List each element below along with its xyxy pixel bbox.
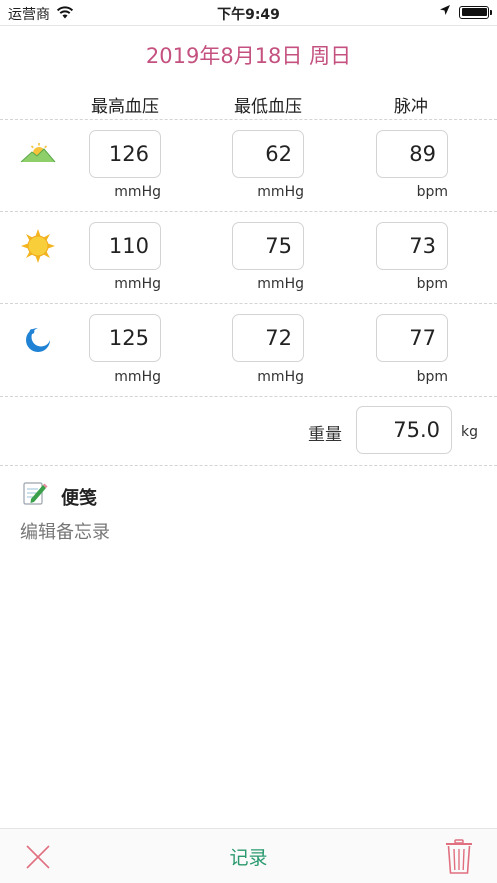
- status-time: 下午9:49: [217, 7, 280, 23]
- diastolic-input[interactable]: 75: [232, 222, 304, 270]
- trash-icon[interactable]: [445, 839, 473, 875]
- sunrise-mountain-icon: [20, 137, 56, 173]
- divider: [0, 465, 497, 466]
- record-button[interactable]: 记录: [0, 843, 497, 870]
- memo-pencil-icon: [22, 480, 48, 506]
- systolic-unit: mmHg: [114, 369, 161, 385]
- pulse-unit: bpm: [416, 369, 448, 385]
- pulse-input[interactable]: 89: [376, 130, 448, 178]
- divider: [0, 211, 497, 212]
- pulse-input[interactable]: 77: [376, 314, 448, 362]
- diastolic-unit: mmHg: [257, 369, 304, 385]
- pulse-unit: bpm: [416, 184, 448, 200]
- column-header-diastolic: 最低血压: [234, 97, 302, 117]
- systolic-unit: mmHg: [114, 276, 161, 292]
- status-right: [439, 4, 492, 20]
- systolic-input[interactable]: 126: [89, 130, 161, 178]
- diastolic-input[interactable]: 72: [232, 314, 304, 362]
- battery-icon: [459, 5, 492, 19]
- divider: [0, 396, 497, 397]
- notes-input[interactable]: 编辑备忘录: [20, 518, 110, 544]
- sun-icon: [20, 228, 56, 264]
- systolic-input[interactable]: 110: [89, 222, 161, 270]
- pulse-input[interactable]: 73: [376, 222, 448, 270]
- weight-label: 重量: [308, 425, 342, 445]
- location-arrow-icon: [439, 4, 451, 20]
- systolic-unit: mmHg: [114, 184, 161, 200]
- column-header-systolic: 最高血压: [91, 97, 159, 117]
- weight-input[interactable]: 75.0: [356, 406, 452, 454]
- divider: [0, 303, 497, 304]
- column-header-pulse: 脉冲: [394, 97, 428, 117]
- date-title[interactable]: 2019年8月18日 周日: [0, 40, 497, 70]
- notes-title: 便笺: [61, 488, 97, 509]
- weight-unit: kg: [461, 424, 478, 440]
- diastolic-unit: mmHg: [257, 276, 304, 292]
- moon-icon: [20, 322, 56, 358]
- battery-level: [461, 8, 487, 16]
- systolic-input[interactable]: 125: [89, 314, 161, 362]
- pulse-unit: bpm: [416, 276, 448, 292]
- diastolic-input[interactable]: 62: [232, 130, 304, 178]
- bottom-toolbar: 记录: [0, 828, 497, 883]
- status-divider: [0, 25, 497, 26]
- status-bar: 运营商 下午9:49: [0, 0, 497, 26]
- diastolic-unit: mmHg: [257, 184, 304, 200]
- divider: [0, 119, 497, 120]
